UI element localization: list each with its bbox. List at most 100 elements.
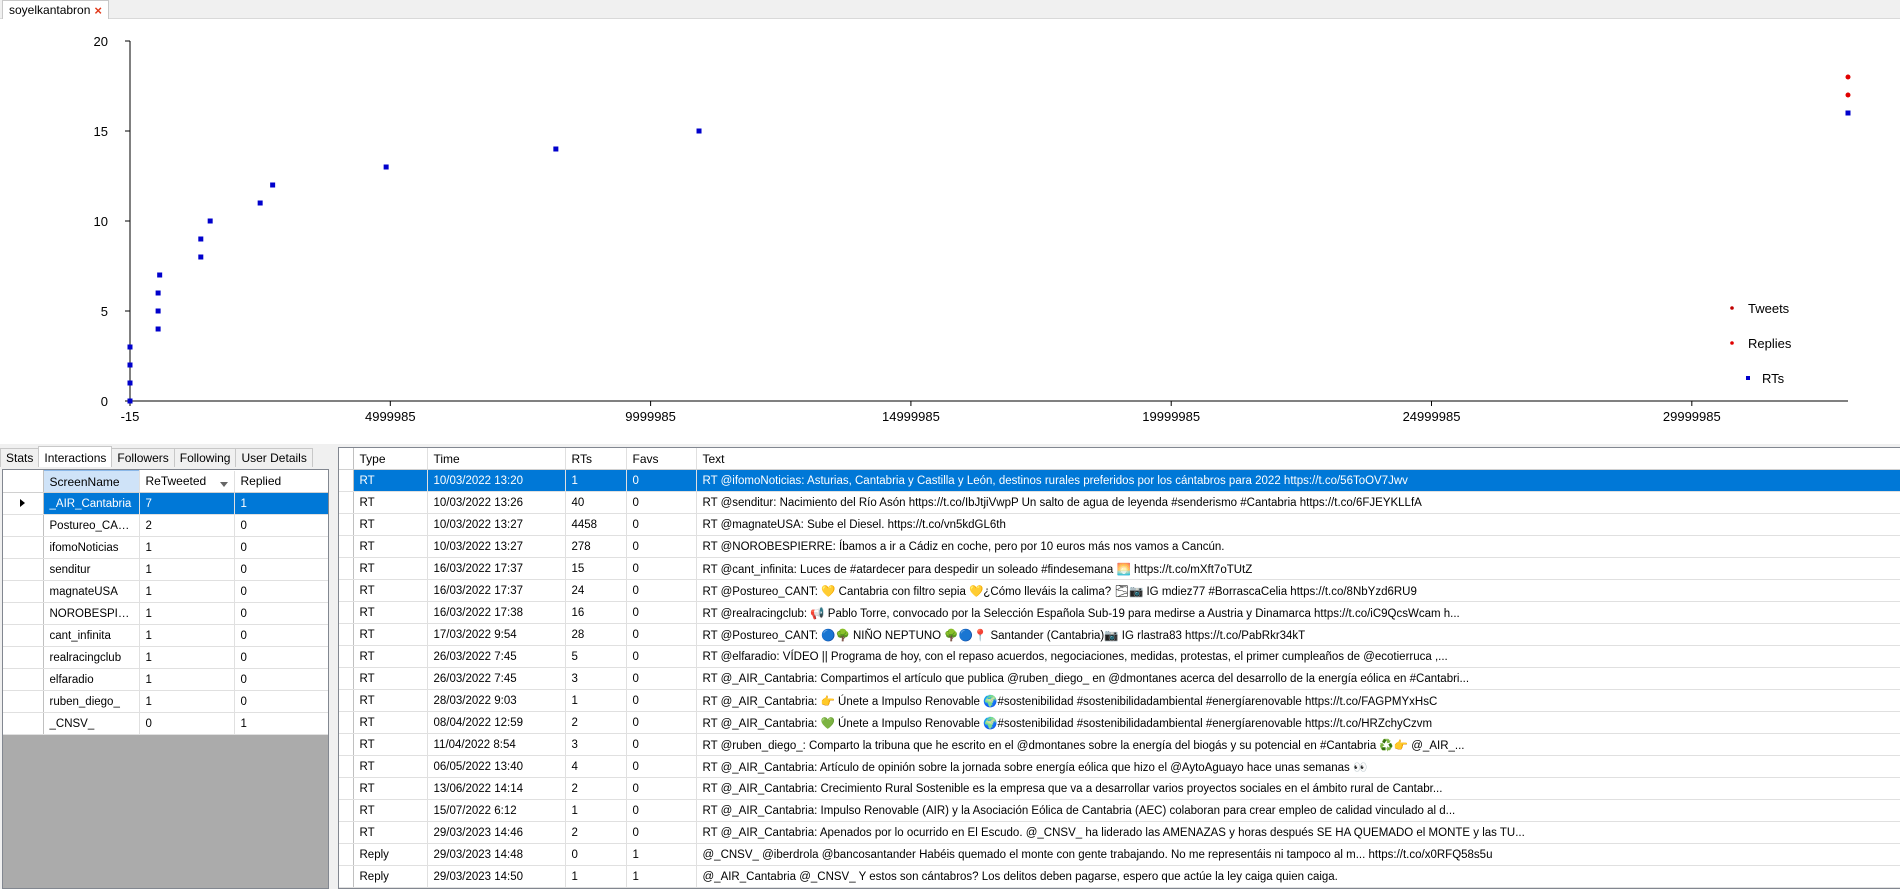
cell-type[interactable]: RT	[353, 799, 428, 822]
cell-time[interactable]: 16/03/2022 17:37	[427, 557, 566, 580]
cell-rts[interactable]: 1	[565, 689, 627, 712]
cell-type[interactable]: RT	[353, 689, 428, 712]
cell-type[interactable]: RT	[353, 513, 428, 536]
row-header[interactable]	[339, 645, 354, 668]
table-row[interactable]: RT 16/03/2022 17:37 24 0 RT @Postureo_CANT: …	[339, 579, 1900, 602]
table-row[interactable]: RT 08/04/2022 12:59 2 0 RT @_AIR_Cantabria: …	[339, 711, 1900, 734]
cell-rts[interactable]: 1	[565, 865, 627, 888]
cell-rts[interactable]: 2	[565, 777, 627, 800]
cell-rts[interactable]: 24	[565, 579, 627, 602]
row-header[interactable]	[339, 689, 354, 712]
cell-favs[interactable]: 0	[626, 491, 697, 514]
cell-type[interactable]: RT	[353, 579, 428, 602]
cell-text[interactable]: RT @_AIR_Cantabria: Crecimiento Rural So…	[696, 777, 1900, 800]
column-header-retweeted[interactable]: ReTweeted	[139, 470, 235, 493]
cell-replied[interactable]: 0	[234, 624, 328, 647]
cell-text[interactable]: RT @_AIR_Cantabria: Apenados por lo ocur…	[696, 821, 1900, 844]
cell-replied[interactable]: 0	[234, 690, 328, 713]
cell-retweeted[interactable]: 1	[139, 646, 235, 669]
cell-favs[interactable]: 0	[626, 557, 697, 580]
cell-time[interactable]: 10/03/2022 13:27	[427, 535, 566, 558]
cell-time[interactable]: 13/06/2022 14:14	[427, 777, 566, 800]
cell-text[interactable]: RT @_AIR_Cantabria: 💚 Únete a Impulso Re…	[696, 711, 1900, 734]
table-row[interactable]: Reply 29/03/2023 14:48 0 1 @_CNSV_ @iberdrol…	[339, 843, 1900, 866]
cell-rts[interactable]: 40	[565, 491, 627, 514]
cell-favs[interactable]: 1	[626, 865, 697, 888]
cell-screenname[interactable]: Postureo_CANT	[43, 514, 140, 537]
row-header[interactable]	[3, 712, 44, 735]
cell-text[interactable]: RT @_AIR_Cantabria: Impulso Renovable (A…	[696, 799, 1900, 822]
cell-rts[interactable]: 4458	[565, 513, 627, 536]
cell-favs[interactable]: 0	[626, 711, 697, 734]
cell-screenname[interactable]: ifomoNoticias	[43, 536, 140, 559]
cell-favs[interactable]: 0	[626, 601, 697, 624]
cell-time[interactable]: 28/03/2022 9:03	[427, 689, 566, 712]
cell-type[interactable]: RT	[353, 821, 428, 844]
cell-type[interactable]: RT	[353, 667, 428, 690]
row-header[interactable]	[339, 821, 354, 844]
cell-time[interactable]: 26/03/2022 7:45	[427, 645, 566, 668]
cell-type[interactable]: RT	[353, 711, 428, 734]
cell-rts[interactable]: 4	[565, 755, 627, 778]
document-tab[interactable]: soyelkantabron ×	[2, 0, 109, 19]
cell-replied[interactable]: 0	[234, 602, 328, 625]
cell-text[interactable]: RT @realracingclub: 📢 Pablo Torre, convo…	[696, 601, 1900, 624]
cell-text[interactable]: RT @NOROBESPIERRE: Íbamos a ir a Cádiz e…	[696, 535, 1900, 558]
cell-rts[interactable]: 16	[565, 601, 627, 624]
table-row[interactable]: RT 15/07/2022 6:12 1 0 RT @_AIR_Cantabria: I…	[339, 799, 1900, 822]
cell-retweeted[interactable]: 1	[139, 668, 235, 691]
cell-text[interactable]: RT @magnateUSA: Sube el Diesel. https://…	[696, 513, 1900, 536]
cell-rts[interactable]: 3	[565, 667, 627, 690]
table-row[interactable]: Reply 29/03/2023 14:50 1 1 @_AIR_Cantabria @…	[339, 865, 1900, 888]
cell-favs[interactable]: 0	[626, 645, 697, 668]
row-header[interactable]	[339, 579, 354, 602]
cell-retweeted[interactable]: 1	[139, 580, 235, 603]
table-row[interactable]: RT 10/03/2022 13:26 40 0 RT @senditur: Nacim…	[339, 491, 1900, 514]
cell-text[interactable]: RT @_AIR_Cantabria: Artículo de opinión …	[696, 755, 1900, 778]
table-row[interactable]: ruben_diego_ 1 0	[3, 690, 328, 713]
row-header[interactable]	[339, 711, 354, 734]
table-row[interactable]: cant_infinita 1 0	[3, 624, 328, 647]
cell-rts[interactable]: 28	[565, 623, 627, 646]
row-header[interactable]	[3, 624, 44, 647]
row-header[interactable]	[339, 799, 354, 822]
cell-text[interactable]: RT @ifomoNoticias: Asturias, Cantabria y…	[696, 469, 1900, 492]
cell-retweeted[interactable]: 1	[139, 558, 235, 581]
cell-time[interactable]: 17/03/2022 9:54	[427, 623, 566, 646]
tab-stats[interactable]: Stats	[0, 448, 40, 467]
cell-screenname[interactable]: elfaradio	[43, 668, 140, 691]
cell-favs[interactable]: 1	[626, 843, 697, 866]
cell-screenname[interactable]: realracingclub	[43, 646, 140, 669]
cell-screenname[interactable]: NOROBESPIE...	[43, 602, 140, 625]
table-row[interactable]: realracingclub 1 0	[3, 646, 328, 669]
cell-rts[interactable]: 5	[565, 645, 627, 668]
cell-time[interactable]: 08/04/2022 12:59	[427, 711, 566, 734]
tab-following[interactable]: Following	[173, 448, 237, 467]
row-header[interactable]	[3, 580, 44, 603]
cell-time[interactable]: 16/03/2022 17:38	[427, 601, 566, 624]
cell-type[interactable]: RT	[353, 557, 428, 580]
column-header-screenname[interactable]: ScreenName	[42, 470, 140, 493]
table-row[interactable]: RT 26/03/2022 7:45 5 0 RT @elfaradio: VÍDEO …	[339, 645, 1900, 668]
cell-rts[interactable]: 1	[565, 799, 627, 822]
cell-screenname[interactable]: ruben_diego_	[43, 690, 140, 713]
cell-text[interactable]: RT @ruben_diego_: Comparto la tribuna qu…	[696, 733, 1900, 756]
table-row[interactable]: ifomoNoticias 1 0	[3, 536, 328, 559]
cell-time[interactable]: 26/03/2022 7:45	[427, 667, 566, 690]
cell-screenname[interactable]: magnateUSA	[43, 580, 140, 603]
cell-type[interactable]: RT	[353, 491, 428, 514]
cell-replied[interactable]: 1	[234, 492, 328, 515]
table-row[interactable]: _CNSV_ 0 1	[3, 712, 328, 735]
row-header[interactable]	[339, 843, 354, 866]
tab-user-details[interactable]: User Details	[235, 448, 313, 467]
column-header-replied[interactable]: Replied	[234, 470, 328, 493]
cell-screenname[interactable]: senditur	[43, 558, 140, 581]
column-header-type[interactable]: Type	[353, 448, 428, 470]
cell-time[interactable]: 10/03/2022 13:26	[427, 491, 566, 514]
row-header[interactable]	[339, 491, 354, 514]
table-row[interactable]: RT 26/03/2022 7:45 3 0 RT @_AIR_Cantabria: C…	[339, 667, 1900, 690]
row-header[interactable]	[3, 690, 44, 713]
cell-replied[interactable]: 0	[234, 646, 328, 669]
row-header[interactable]	[3, 602, 44, 625]
cell-favs[interactable]: 0	[626, 689, 697, 712]
